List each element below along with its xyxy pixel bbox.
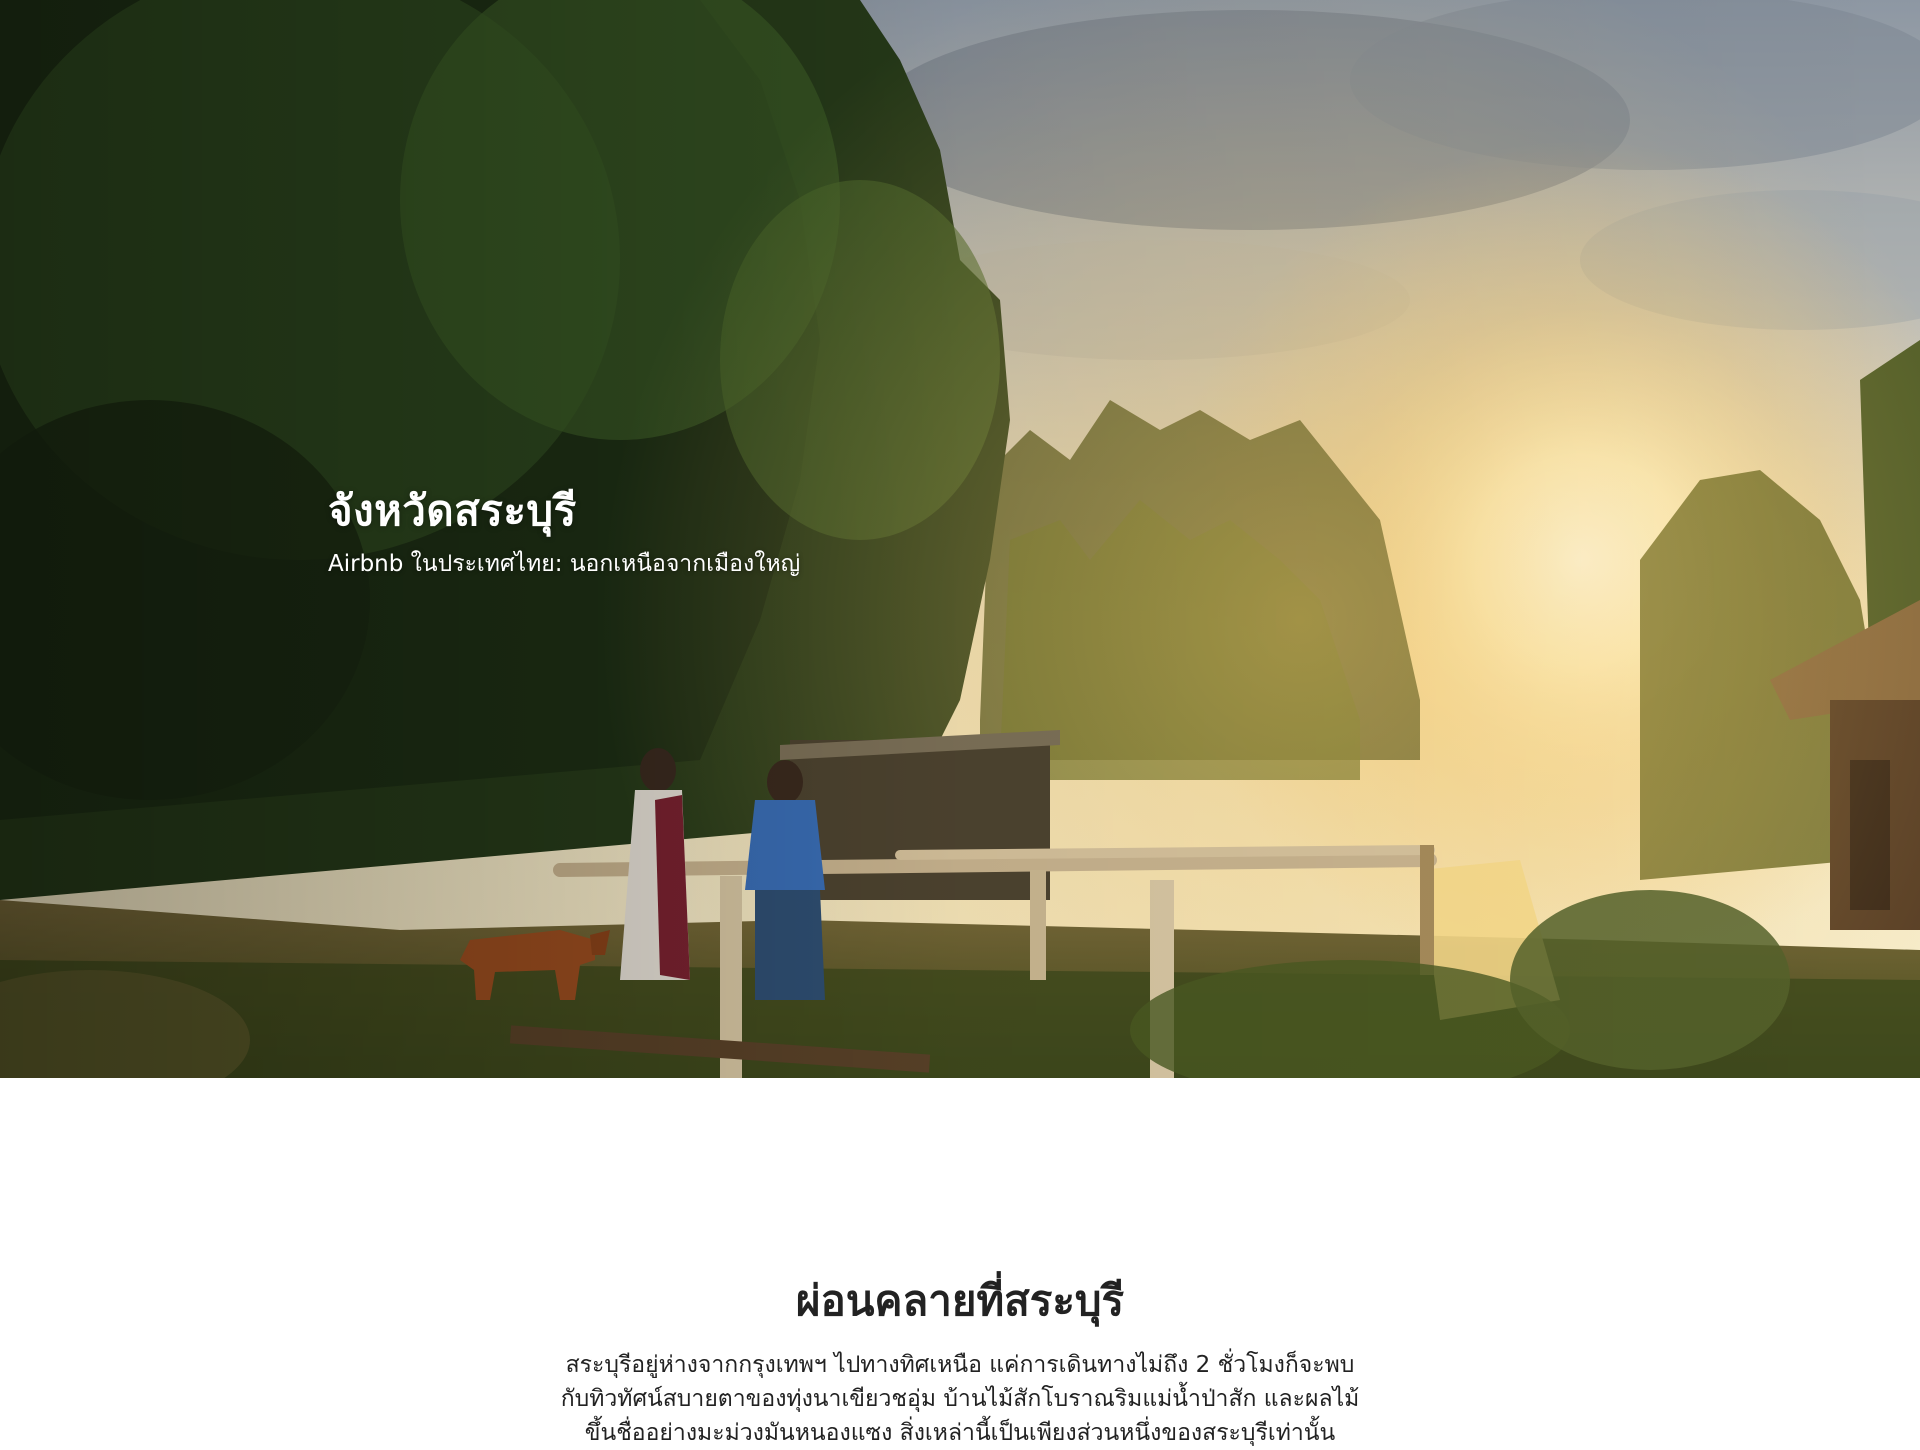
- intro-body-line: ขึ้นชื่ออย่างมะม่วงมันหนองแซง สิ่งเหล่าน…: [584, 1420, 1336, 1446]
- intro-section: ผ่อนคลายที่สระบุรี สระบุรีอยู่ห่างจากกรุ…: [0, 1078, 1920, 1446]
- intro-body-line: สระบุรีอยู่ห่างจากกรุงเทพฯ ไปทางทิศเหนือ…: [565, 1352, 1355, 1378]
- hero-banner: จังหวัดสระบุรี Airbnb ในประเทศไทย: นอกเห…: [0, 0, 1920, 1078]
- intro-body: สระบุรีอยู่ห่างจากกรุงเทพฯ ไปทางทิศเหนือ…: [520, 1348, 1400, 1450]
- hero-title: จังหวัดสระบุรี: [328, 486, 577, 535]
- hero-photo: [0, 0, 1920, 1078]
- hero-subtitle: Airbnb ในประเทศไทย: นอกเหนือจากเมืองใหญ่: [328, 551, 801, 577]
- intro-heading: ผ่อนคลายที่สระบุรี: [795, 1276, 1125, 1325]
- intro-body-line: กับทิวทัศน์สบายตาของทุ่งนาเขียวชอุ่ม บ้า…: [560, 1386, 1360, 1412]
